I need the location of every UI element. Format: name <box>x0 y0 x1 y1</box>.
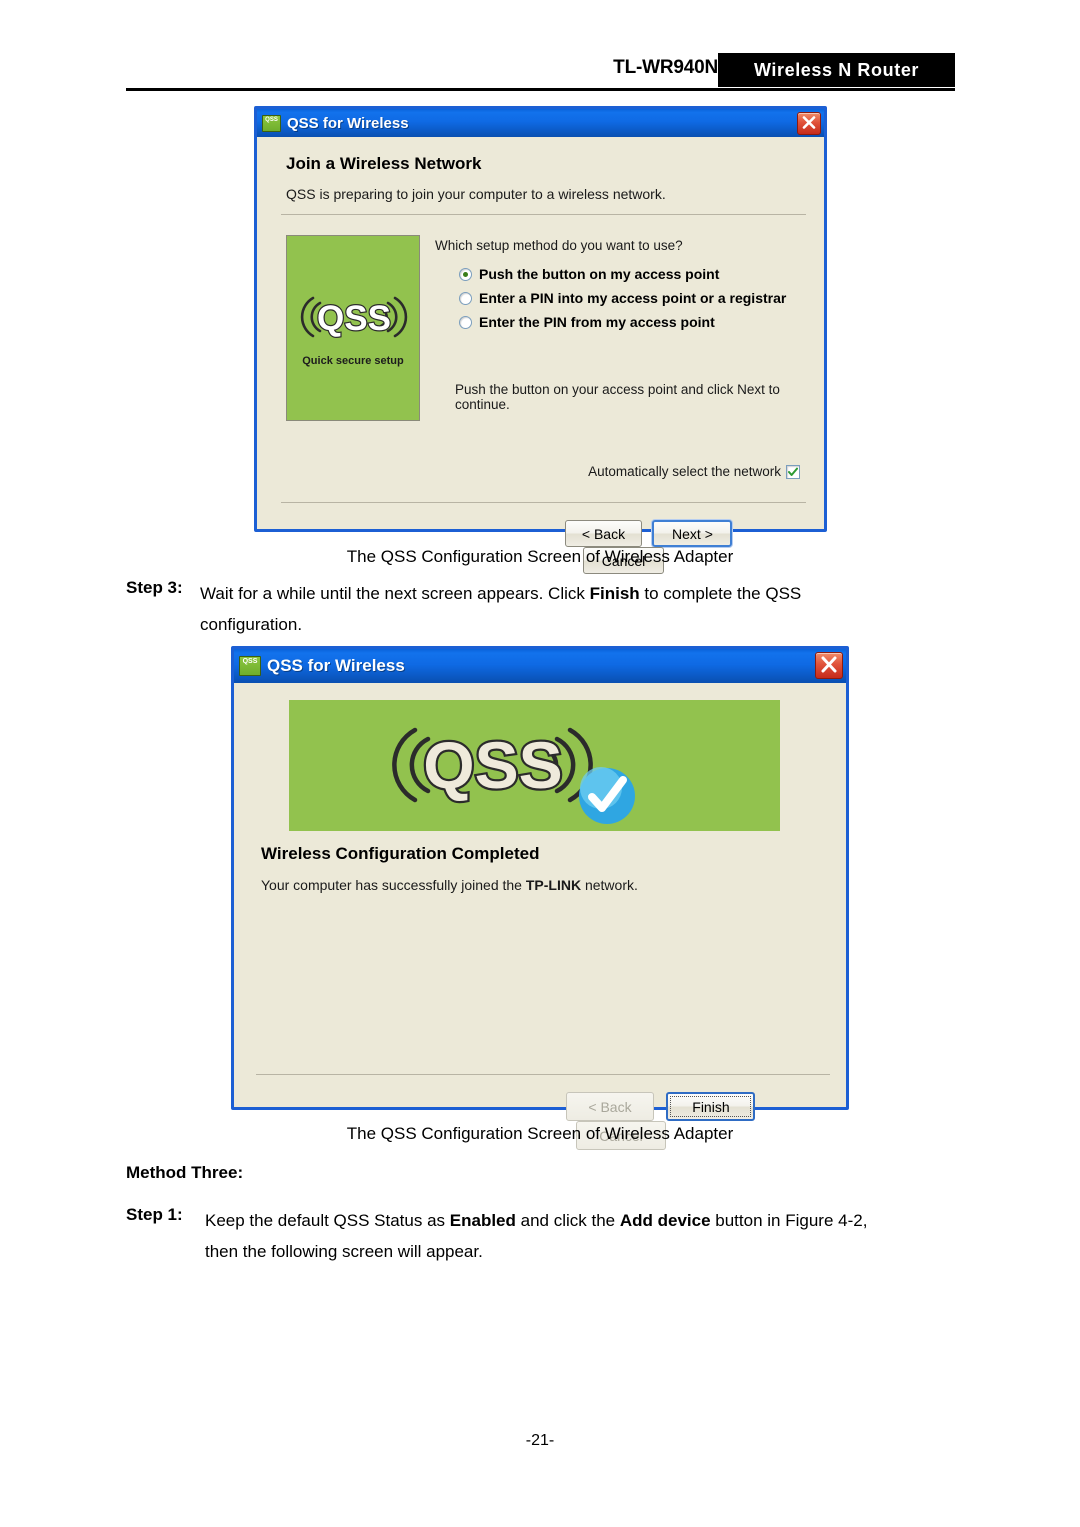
dialog2-message: Your computer has successfully joined th… <box>261 877 638 893</box>
back-button-label: < Back <box>588 1098 632 1115</box>
finish-button-label: Finish <box>692 1098 730 1115</box>
finish-button[interactable]: Finish <box>666 1092 756 1121</box>
radio-icon-unselected[interactable] <box>459 315 472 329</box>
radio-icon-unselected[interactable] <box>459 291 472 305</box>
step3-line1-c: to complete the QSS <box>639 584 802 603</box>
step1-line1-e: button in Figure 4-2, <box>710 1211 868 1230</box>
radio-label-enter-pin-into-ap: Enter a PIN into my access point or a re… <box>479 290 787 306</box>
step1-label: Step 1: <box>126 1205 183 1224</box>
qss-completed-banner: QSS <box>289 700 780 831</box>
dialog2-title: QSS for Wireless <box>267 656 405 675</box>
dialog2-bottom-divider <box>256 1074 830 1075</box>
radio-icon-selected[interactable] <box>459 267 472 281</box>
step1-line1-c: and click the <box>515 1211 620 1230</box>
next-button[interactable]: Next > <box>652 520 733 547</box>
qss-logo-panel: QSS Quick secure setup <box>286 235 420 421</box>
dialog2-message-a: Your computer has successfully joined th… <box>261 877 526 893</box>
dialog2-titlebar: QSS for Wireless <box>234 649 846 683</box>
dialog1-subtitle: QSS is preparing to join your computer t… <box>286 186 666 202</box>
step3-line2: configuration. <box>200 615 303 634</box>
dialog1-body: Join a Wireless Network QSS is preparing… <box>257 137 824 574</box>
dialog2-body: QSS Wireless Configuration Completed You… <box>234 683 846 1150</box>
dialog1-bottom-divider <box>281 502 806 503</box>
auto-select-network-label: Automatically select the network <box>588 464 781 479</box>
dialog1-heading: Join a Wireless Network <box>286 154 482 173</box>
radio-label-enter-pin-from-ap: Enter the PIN from my access point <box>479 314 715 330</box>
qss-logo-graphic: QSS <box>392 726 635 824</box>
header-product-band: Wireless N Router <box>718 53 955 87</box>
dialog1-top-divider <box>281 214 806 215</box>
qss-logo-caption: Quick secure setup <box>302 355 404 367</box>
step1-line2: then the following screen will appear. <box>205 1242 483 1261</box>
close-icon[interactable] <box>815 652 843 679</box>
radio-option-enter-pin-from-ap[interactable]: Enter the PIN from my access point <box>459 314 786 330</box>
method-three-heading: Method Three: <box>126 1163 244 1182</box>
dialog2-message-c: network. <box>581 877 638 893</box>
page-header: TL-WR940N Wireless N Router <box>0 0 1080 100</box>
step1-enabled-keyword: Enabled <box>449 1211 516 1230</box>
step1-text: Keep the default QSS Status as Enabled a… <box>205 1205 955 1236</box>
figure-caption-2: The QSS Configuration Screen of Wireless… <box>346 1124 734 1143</box>
step1-add-device-keyword: Add device <box>619 1211 711 1230</box>
back-button[interactable]: < Back <box>565 520 642 547</box>
header-divider-rule <box>126 88 955 91</box>
close-icon[interactable] <box>797 112 821 135</box>
dialog2-heading: Wireless Configuration Completed <box>261 844 540 863</box>
setup-method-question: Which setup method do you want to use? <box>435 238 683 253</box>
step3-line1-a: Wait for a while until the next screen a… <box>200 584 590 603</box>
header-product-name: Wireless N Router <box>753 60 920 80</box>
success-check-badge <box>579 767 635 824</box>
step1-line1-a: Keep the default QSS Status as <box>205 1211 450 1230</box>
dialog1-title: QSS for Wireless <box>287 114 409 132</box>
back-button-disabled: < Back <box>566 1092 654 1121</box>
radio-option-push-button[interactable]: Push the button on my access point <box>459 266 786 282</box>
figure-caption-1: The QSS Configuration Screen of Wireless… <box>346 547 734 566</box>
qss-join-network-dialog: QSS for Wireless Join a Wireless Network… <box>254 106 827 574</box>
svg-text:QSS: QSS <box>423 728 562 802</box>
tplink-brand-keyword: TP-LINK <box>525 877 582 893</box>
page-number: -21- <box>525 1432 555 1449</box>
step3-finish-keyword: Finish <box>589 584 640 603</box>
radio-option-enter-pin-into-ap[interactable]: Enter a PIN into my access point or a re… <box>459 290 786 306</box>
step3-label: Step 3: <box>126 578 183 597</box>
qss-logo-graphic: QSS <box>287 284 419 350</box>
setup-hint-text: Push the button on your access point and… <box>455 382 780 412</box>
qss-app-icon <box>239 656 261 676</box>
qss-app-icon <box>262 114 281 132</box>
svg-text:QSS: QSS <box>317 299 391 338</box>
qss-configuration-completed-dialog: QSS for Wireless QSS <box>231 646 849 1150</box>
setup-method-radio-group: Push the button on my access point Enter… <box>459 266 786 338</box>
auto-select-network-row[interactable]: Automatically select the network <box>588 464 800 479</box>
step3-text: Wait for a while until the next screen a… <box>200 578 955 609</box>
dialog1-titlebar: QSS for Wireless <box>257 109 824 137</box>
radio-label-push-button: Push the button on my access point <box>479 266 720 282</box>
checkbox-icon-checked[interactable] <box>786 464 800 479</box>
header-model-name: TL-WR940N <box>613 57 718 78</box>
